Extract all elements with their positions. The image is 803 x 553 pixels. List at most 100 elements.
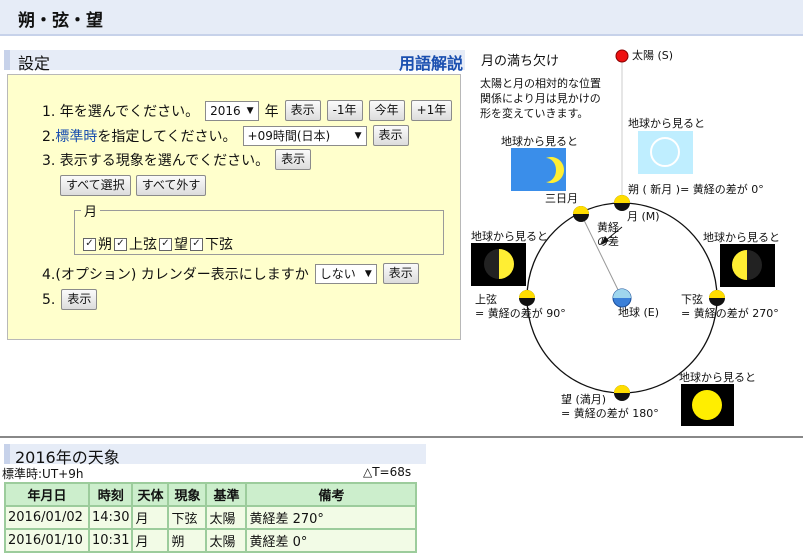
diagram-title: 月の満ち欠け <box>481 53 559 69</box>
moon-lit-side <box>614 195 630 203</box>
col-phenomenon: 現象 <box>167 482 208 507</box>
phenomena-show-button[interactable]: 表示 <box>275 149 312 170</box>
checkbox-icon: ✓ <box>190 237 203 251</box>
events-table: 年月日 時刻 天体 現象 基準 備考 2016/01/02 14:30 月 下弦… <box>4 482 418 553</box>
cell-notes: 黄経差 270° <box>245 505 418 530</box>
select-all-button[interactable]: すべて選択 <box>60 175 131 196</box>
crescent-label: 三日月 <box>545 192 578 205</box>
timezone-select[interactable]: +09時間(日本) ▼ <box>242 125 367 146</box>
chevron-down-icon: ▼ <box>354 130 362 141</box>
view-label-crescent: 地球から見ると <box>501 134 578 148</box>
timezone-show-button[interactable]: 表示 <box>372 125 409 146</box>
moon-lit-side <box>614 385 630 393</box>
table-row: 2016/01/10 10:31 月 朔 太陽 黄経差 0° <box>4 528 418 553</box>
cell-phenomenon: 下弦 <box>167 505 208 530</box>
settings-panel: 1. 年を選んでください。 2016 ▼ 年 表示 -1年 今年 +1年 2.標準… <box>7 74 461 340</box>
earth-label: 地球 (E) <box>618 305 659 319</box>
chevron-down-icon: ▼ <box>246 105 254 116</box>
moon-label: 月 (M) <box>627 210 660 223</box>
earth-day-side <box>613 289 631 298</box>
moon-lit-side <box>519 290 535 298</box>
standard-time-link[interactable]: 標準時 <box>55 129 97 145</box>
select-buttons-row: すべて選択 すべて外す <box>60 175 207 196</box>
page-title: 朔・弦・望 <box>18 11 103 31</box>
cell-notes: 黄経差 0° <box>245 528 418 553</box>
step4-row: 4.(オプション) カレンダー表示にしますか しない ▼ 表示 <box>42 263 419 284</box>
view-label-full: 地球から見ると <box>679 370 756 384</box>
moon-phase-group: 月 ✓ 朔 ✓ 上弦 ✓ 望 ✓ 下弦 <box>74 201 444 255</box>
step4-label: 4.(オプション) カレンダー表示にしますか <box>42 266 309 283</box>
diagram-desc-1: 太陽と月の相対的な位置 <box>480 76 601 90</box>
final-show-button[interactable]: 表示 <box>61 289 98 310</box>
step2-row: 2.標準時を指定してください。 +09時間(日本) ▼ 表示 <box>42 125 409 146</box>
cell-reference: 太陽 <box>205 505 248 530</box>
step2-label: 2.標準時を指定してください。 <box>42 128 237 145</box>
last-quarter-label: 下弦 <box>681 292 703 306</box>
standard-time-note: 標準時:UT+9h <box>2 467 84 481</box>
view-label-last: 地球から見ると <box>703 230 780 244</box>
cell-body: 月 <box>131 528 170 553</box>
col-reference: 基準 <box>205 482 248 507</box>
settings-heading: 設定 <box>18 54 51 73</box>
step5-row: 5. 表示 <box>42 289 98 310</box>
view-label-new: 地球から見ると <box>628 116 705 130</box>
next-year-button[interactable]: +1年 <box>410 100 453 121</box>
cell-time: 10:31 <box>87 528 134 553</box>
checkbox-first-quarter[interactable]: ✓ 上弦 <box>114 234 157 254</box>
section-divider <box>0 436 803 438</box>
step3-row: 3. 表示する現象を選んでください。 表示 <box>42 149 312 170</box>
sun-icon <box>615 49 629 63</box>
col-notes: 備考 <box>245 482 418 507</box>
step3-label: 3. 表示する現象を選んでください。 <box>42 152 270 169</box>
col-time: 時刻 <box>87 482 134 507</box>
prev-year-button[interactable]: -1年 <box>326 100 363 121</box>
deselect-all-button[interactable]: すべて外す <box>135 175 207 196</box>
chevron-down-icon: ▼ <box>364 268 372 279</box>
moon-lit-side <box>573 206 589 214</box>
diagram-desc-3: 形を変えていきます。 <box>480 106 588 120</box>
moon-phase-diagram: 月の満ち欠け 太陽と月の相対的な位置 関係により月は見かけの 形を変えていきます… <box>471 49 780 426</box>
moon-lit-side <box>709 290 725 298</box>
view-label-first: 地球から見ると <box>471 229 548 243</box>
cell-phenomenon: 朔 <box>167 528 208 553</box>
checkbox-icon: ✓ <box>83 237 96 251</box>
col-date: 年月日 <box>4 482 90 507</box>
year-select[interactable]: 2016 ▼ <box>205 100 259 121</box>
checkbox-icon: ✓ <box>114 237 127 251</box>
step5-label: 5. <box>42 291 56 308</box>
first-quarter-diff: = 黄経の差が 90° <box>475 306 566 320</box>
moon-group-legend: 月 <box>84 205 98 220</box>
last-quarter-diff: = 黄経の差が 270° <box>681 306 779 320</box>
checkbox-last-quarter[interactable]: ✓ 下弦 <box>190 234 233 254</box>
full-moon-label: 望 (満月) <box>561 393 606 406</box>
delta-t-note: △T=68s <box>363 465 412 479</box>
ecl-diff-label-2: の差 <box>597 234 619 248</box>
glossary-link[interactable]: 用語解説 <box>399 50 463 74</box>
cell-date: 2016/01/02 <box>4 505 90 530</box>
calendar-show-button[interactable]: 表示 <box>382 263 419 284</box>
step1-row: 1. 年を選んでください。 2016 ▼ 年 表示 -1年 今年 +1年 <box>42 100 453 121</box>
table-row: 2016/01/02 14:30 月 下弦 太陽 黄経差 270° <box>4 505 418 530</box>
checkbox-new-moon[interactable]: ✓ 朔 <box>83 234 112 254</box>
checkbox-full-moon[interactable]: ✓ 望 <box>159 234 188 254</box>
first-quarter-label: 上弦 <box>475 292 497 306</box>
col-body: 天体 <box>131 482 170 507</box>
cell-date: 2016/01/10 <box>4 528 90 553</box>
calendar-select[interactable]: しない ▼ <box>314 263 377 284</box>
table-header-row: 年月日 時刻 天体 現象 基準 備考 <box>4 482 418 507</box>
year-show-button[interactable]: 表示 <box>284 100 321 121</box>
new-moon-label: 朔 ( 新月 )= 黄経の差が 0° <box>628 182 764 196</box>
cell-reference: 太陽 <box>205 528 248 553</box>
events-header: 2016年の天象 <box>4 444 426 467</box>
full-moon-disk-icon <box>692 390 722 420</box>
settings-header: 設定 用語解説 <box>4 50 465 73</box>
step1-label: 1. 年を選んでください。 <box>42 103 200 120</box>
checkbox-icon: ✓ <box>159 237 172 251</box>
sun-label: 太陽 (S) <box>632 49 673 62</box>
cell-time: 14:30 <box>87 505 134 530</box>
ecl-diff-label-1: 黄経 <box>597 220 619 234</box>
diagram-desc-2: 関係により月は見かけの <box>480 92 601 105</box>
cell-body: 月 <box>131 505 170 530</box>
this-year-button[interactable]: 今年 <box>368 100 405 121</box>
full-moon-diff: = 黄経の差が 180° <box>561 406 659 420</box>
